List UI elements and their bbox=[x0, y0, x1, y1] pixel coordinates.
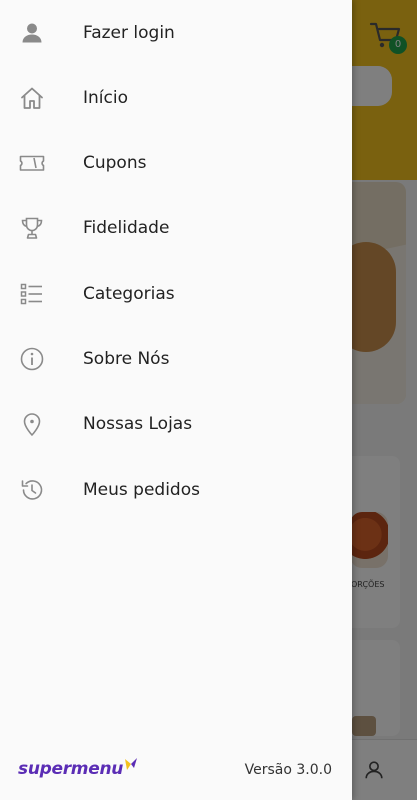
home-icon bbox=[19, 85, 45, 111]
user-icon bbox=[19, 20, 45, 46]
drawer-footer: supermenu Versão 3.0.0 bbox=[0, 740, 352, 800]
menu-item-orders[interactable]: Meus pedidos bbox=[0, 458, 352, 522]
menu-item-loyalty[interactable]: Fidelidade bbox=[0, 196, 352, 260]
history-icon bbox=[19, 477, 45, 503]
logo-text: supermenu bbox=[18, 759, 124, 779]
menu-item-login[interactable]: Fazer login bbox=[0, 1, 352, 65]
logo-mark-icon bbox=[125, 758, 138, 770]
menu-item-coupons[interactable]: Cupons bbox=[0, 131, 352, 195]
menu-item-label: Início bbox=[83, 88, 128, 108]
menu-item-label: Fidelidade bbox=[83, 218, 170, 238]
menu-item-home[interactable]: Início bbox=[0, 66, 352, 130]
ticket-icon bbox=[19, 150, 45, 176]
menu-item-label: Meus pedidos bbox=[83, 480, 200, 500]
app-version: Versão 3.0.0 bbox=[244, 762, 332, 778]
info-icon bbox=[19, 346, 45, 372]
menu-item-label: Fazer login bbox=[83, 23, 175, 43]
list-icon bbox=[19, 281, 45, 307]
menu-item-label: Sobre Nós bbox=[83, 349, 170, 369]
menu-item-label: Cupons bbox=[83, 153, 147, 173]
menu-item-label: Categorias bbox=[83, 284, 175, 304]
menu-item-label: Nossas Lojas bbox=[83, 414, 193, 434]
navigation-drawer: Fazer login Início Cupons Fidelidade Cat… bbox=[0, 0, 352, 800]
supermenu-logo: supermenu bbox=[18, 754, 138, 784]
map-pin-icon bbox=[19, 411, 45, 437]
menu-item-categories[interactable]: Categorias bbox=[0, 262, 352, 326]
trophy-icon bbox=[19, 215, 45, 241]
menu-item-about[interactable]: Sobre Nós bbox=[0, 327, 352, 391]
menu-item-stores[interactable]: Nossas Lojas bbox=[0, 392, 352, 456]
